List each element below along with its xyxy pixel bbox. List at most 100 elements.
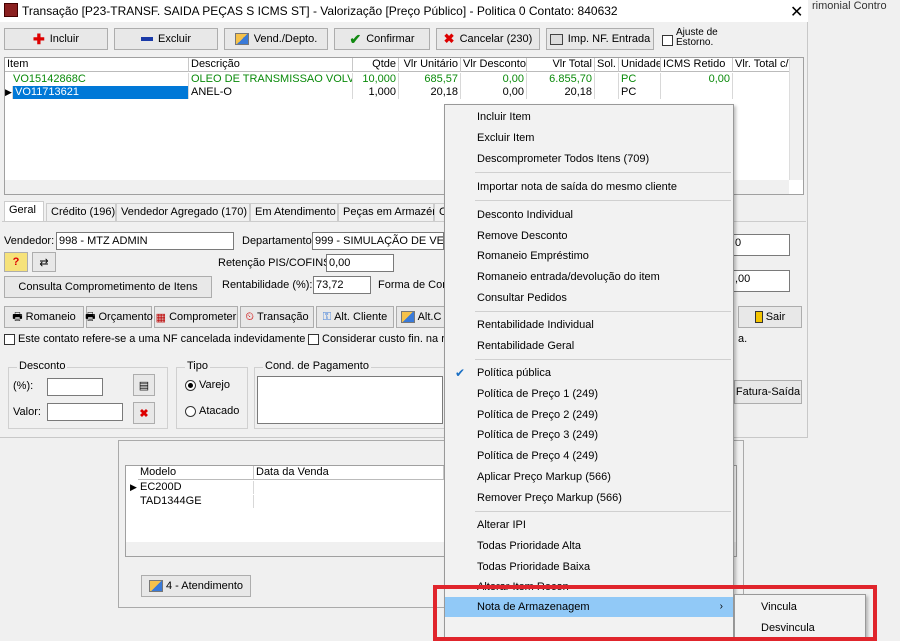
comprometer-button[interactable]: ▦ Comprometer [154, 306, 238, 328]
menu-item-rentabilidade-geral[interactable]: Rentabilidade Geral [445, 336, 733, 356]
col-header-modelo[interactable]: Modelo [138, 466, 254, 480]
menu-item-politica-3[interactable]: Política de Preço 3 (249) [445, 425, 733, 445]
incluir-label: Incluir [49, 33, 80, 45]
fatura-saida-button[interactable]: Fatura-Saída [734, 380, 802, 404]
menu-item-todas-prioridade-alta[interactable]: Todas Prioridade Alta [445, 536, 733, 556]
cancelar-button[interactable]: ✖ Cancelar (230) [436, 28, 540, 50]
excluir-button[interactable]: Excluir [114, 28, 218, 50]
orcamento-button[interactable]: 🖶 Orçamento [85, 306, 153, 328]
tab-geral[interactable]: Geral [4, 201, 44, 221]
atendimento-button[interactable]: 4 - Atendimento [141, 575, 251, 597]
vend-depto-label: Vend./Depto. [253, 33, 318, 45]
desconto-pct-field[interactable] [47, 378, 103, 396]
menu-item-alterar-ipi[interactable]: Alterar IPI [445, 515, 733, 535]
menu-item-excluir-item[interactable]: Excluir Item [445, 128, 733, 148]
menu-item-importar-nota[interactable]: Importar nota de saída do mesmo cliente [445, 177, 733, 197]
ajuste-estorno-checkbox[interactable] [662, 35, 673, 46]
varejo-radio[interactable] [185, 380, 196, 391]
transacao-button[interactable]: ⏲ Transação [240, 306, 314, 328]
menu-item-romaneio-emprestimo[interactable]: Romaneio Empréstimo [445, 246, 733, 266]
tab-pecas-armazem[interactable]: Peças em Armazém [338, 203, 441, 221]
atacado-label: Atacado [199, 405, 240, 417]
col-header-vlr-desconto[interactable]: Vlr Desconto [461, 58, 527, 72]
right-field-1[interactable]: 0 [732, 234, 790, 256]
menu-item-nota-armazenagem[interactable]: Nota de Armazenagem › [445, 597, 733, 617]
menu-item-todas-prioridade-baixa[interactable]: Todas Prioridade Baixa [445, 557, 733, 577]
consulta-comprometimento-button[interactable]: Consulta Comprometimento de Itens [4, 276, 212, 298]
col-header-descricao[interactable]: Descrição [189, 58, 353, 72]
menu-item-politica-publica[interactable]: ✔ Política pública [445, 363, 733, 383]
right-field-2[interactable]: ,00 [732, 270, 790, 292]
rentabilidade-field[interactable]: 73,72 [313, 276, 371, 294]
imp-nf-label: Imp. NF. Entrada [567, 33, 651, 45]
col-header-icms-retido[interactable]: ICMS Retido [661, 58, 733, 72]
tab-credito[interactable]: Crédito (196) [46, 203, 116, 221]
col-header-unidade[interactable]: Unidade [619, 58, 661, 72]
menu-item-aplicar-markup[interactable]: Aplicar Preço Markup (566) [445, 467, 733, 487]
cell-descricao: OLEO DE TRANSMISSAO VOLVO AT [189, 73, 353, 86]
menu-item-politica-2[interactable]: Política de Preço 2 (249) [445, 405, 733, 425]
menu-item-politica-4[interactable]: Política de Preço 4 (249) [445, 446, 733, 466]
imp-nf-entrada-button[interactable]: Imp. NF. Entrada [546, 28, 654, 50]
trailing-text: a. [738, 333, 748, 345]
col-header-vlr-total[interactable]: Vlr Total [527, 58, 595, 72]
incluir-button[interactable]: ✚ Incluir [4, 28, 108, 50]
cell-vlr-total: 6.855,70 [527, 73, 595, 86]
swap-icon[interactable]: ⇄ [32, 252, 56, 272]
menu-item-remover-markup[interactable]: Remover Preço Markup (566) [445, 488, 733, 508]
menu-item-consultar-pedidos[interactable]: Consultar Pedidos [445, 288, 733, 308]
menu-item-politica-1[interactable]: Política de Preço 1 (249) [445, 384, 733, 404]
chevron-right-icon: › [719, 601, 723, 612]
confirmar-button[interactable]: ✔ Confirmar [334, 28, 430, 50]
clear-x-icon[interactable]: ✖ [133, 402, 155, 424]
help-icon[interactable]: ? [4, 252, 28, 272]
vendedor-field[interactable]: 998 - MTZ ADMIN [56, 232, 234, 250]
col-header-item[interactable]: Item [5, 58, 189, 72]
calculator-icon[interactable]: ▤ [133, 374, 155, 396]
alt-cliente-button[interactable]: ⚿ Alt. Cliente [316, 306, 394, 328]
departamento-field[interactable]: 999 - SIMULAÇÃO DE VEND [312, 232, 444, 250]
cond-pagamento-field[interactable] [257, 376, 443, 424]
menu-item-descomprometer[interactable]: Descomprometer Todos Itens (709) [445, 149, 733, 169]
desconto-valor-field[interactable] [47, 403, 123, 421]
cell-vlr-desconto: 0,00 [461, 86, 527, 99]
cell-sol [595, 73, 619, 86]
retencao-field[interactable]: 0,00 [326, 254, 394, 272]
menu-item-alterar-item-recon[interactable]: Alterar Item Recon [445, 577, 733, 591]
tab-vendedor-agregado[interactable]: Vendedor Agregado (170) [116, 203, 250, 221]
submenu-item-desvincula[interactable]: Desvincula [735, 618, 865, 638]
col-header-qtde[interactable]: Qtde [353, 58, 399, 72]
col-header-vlr-total-ci[interactable]: Vlr. Total c/I [733, 58, 793, 72]
col-header-data-venda[interactable]: Data da Venda [254, 466, 444, 480]
submenu-item-vincula[interactable]: Vincula [735, 597, 865, 617]
background-menu-text: rimonial Contro [812, 0, 887, 12]
col-header-vlr-unitario[interactable]: Vlr Unitário [399, 58, 461, 72]
menu-separator [475, 359, 731, 360]
vendedor-label: Vendedor: [4, 235, 55, 247]
menu-item-incluir-item[interactable]: Incluir Item [445, 107, 733, 127]
table-row-selected[interactable]: ▶ VO11713621 ANEL-O 1,000 20,18 0,00 20,… [5, 86, 795, 99]
menu-item-desconto-individual[interactable]: Desconto Individual [445, 205, 733, 225]
menu-item-remove-desconto[interactable]: Remove Desconto [445, 226, 733, 246]
vend-depto-button[interactable]: Vend./Depto. [224, 28, 328, 50]
grid-vertical-scrollbar[interactable] [789, 58, 803, 180]
contato-cancelada-checkbox[interactable] [4, 334, 15, 345]
tab-em-atendimento[interactable]: Em Atendimento [250, 203, 338, 221]
ajuste-estorno-label: Ajuste de Estorno. [676, 27, 718, 48]
user-key-icon: ⚿ [322, 310, 332, 323]
romaneio-button[interactable]: 🖶 Romaneio [4, 306, 84, 328]
desconto-valor-label: Valor: [13, 406, 41, 418]
menu-item-romaneio-entrada[interactable]: Romaneio entrada/devolução do item [445, 267, 733, 287]
close-icon[interactable]: ✕ [790, 2, 803, 22]
desconto-group: Desconto (%): ▤ Valor: ✖ [8, 360, 168, 429]
atacado-radio[interactable] [185, 406, 196, 417]
table-row[interactable]: VO15142868C OLEO DE TRANSMISSAO VOLVO AT… [5, 73, 795, 86]
list-item[interactable]: EC200D [138, 481, 254, 494]
list-item[interactable]: TAD1344GE [138, 495, 254, 508]
col-header-sol[interactable]: Sol. [595, 58, 619, 72]
menu-item-rentabilidade-individual[interactable]: Rentabilidade Individual [445, 315, 733, 335]
cell-icms-retido [661, 86, 733, 99]
alt-c-button[interactable]: Alt.C [396, 306, 446, 328]
sair-button[interactable]: Sair [738, 306, 802, 328]
custo-fin-checkbox[interactable] [308, 334, 319, 345]
